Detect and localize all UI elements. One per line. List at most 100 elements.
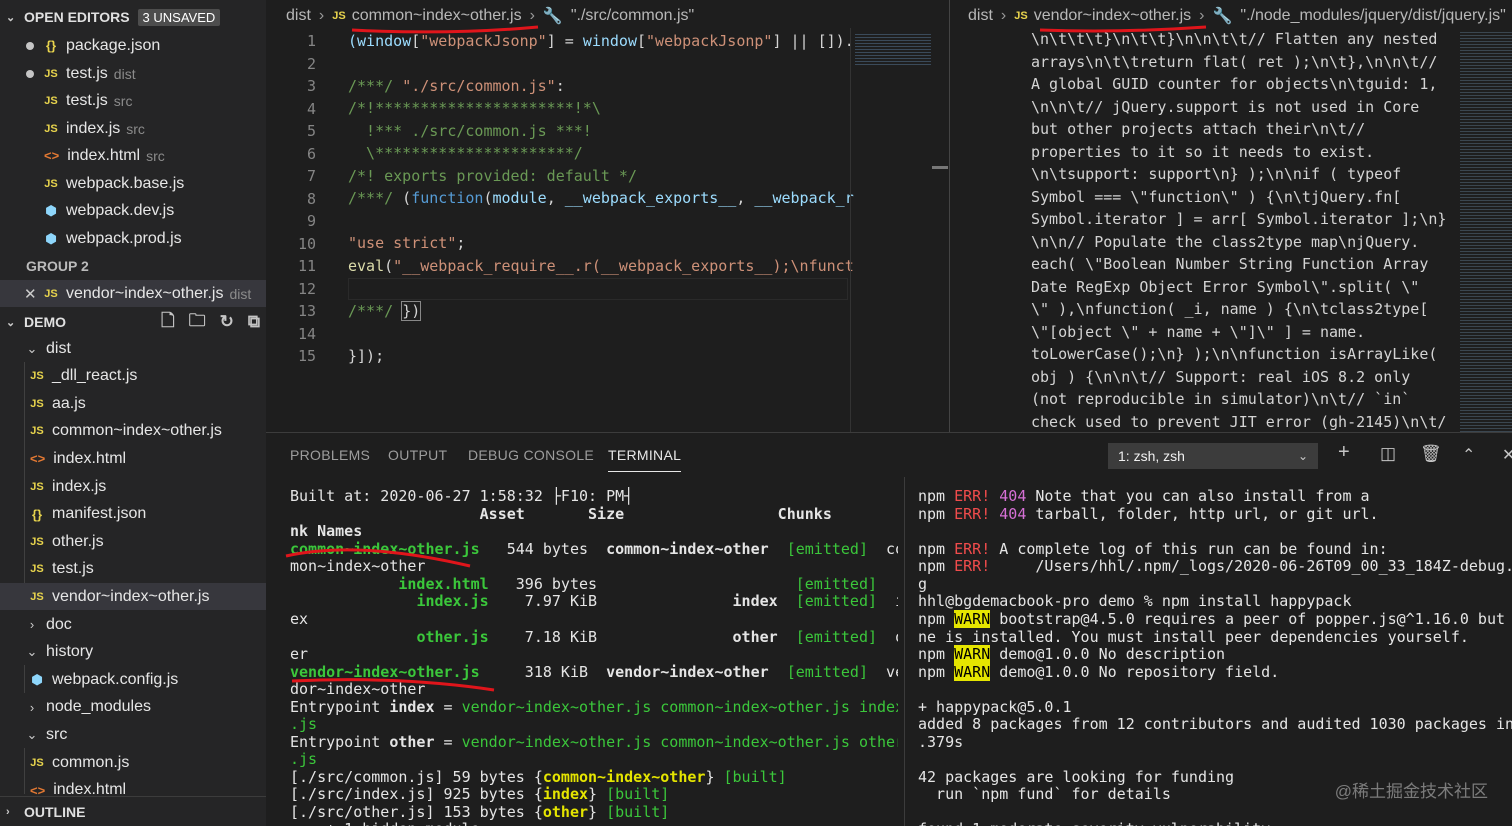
- open-editor-item[interactable]: {} package.json: [0, 32, 266, 59]
- chevron-right-icon: ›: [29, 617, 35, 632]
- new-folder-icon[interactable]: 🗀: [189, 308, 206, 337]
- open-editor-item[interactable]: <> index.html src: [0, 142, 266, 169]
- js-icon: JS: [44, 177, 58, 190]
- line-number: 13: [297, 302, 316, 320]
- chevron-right-icon: ›: [6, 805, 10, 818]
- file-item[interactable]: JS other.js: [0, 528, 266, 555]
- code-line: toLowerCase();\n} );\n\nfunction isArray…: [1031, 345, 1438, 363]
- tree-item-label: history: [46, 643, 94, 661]
- chevron-up-icon[interactable]: ⌃: [1462, 445, 1475, 465]
- line-number: 6: [306, 144, 316, 163]
- chevron-down-icon: ⌄: [26, 644, 38, 660]
- code-line: obj ) {\n\n\t// Support: real iOS 8.2 on…: [1031, 367, 1411, 386]
- code-line: arrays\n\t\treturn flat( ret );\n\t},\n\…: [1031, 52, 1438, 71]
- json-icon: {}: [45, 38, 57, 53]
- file-item[interactable]: {} manifest.json: [0, 501, 266, 528]
- chevron-right-icon: ›: [318, 7, 325, 24]
- js-icon: JS: [30, 370, 44, 383]
- trash-icon[interactable]: 🗑: [1420, 444, 1442, 464]
- open-editor-item[interactable]: JS webpack.base.js: [0, 170, 266, 197]
- split-terminal-icon[interactable]: ◫: [1380, 444, 1396, 464]
- folder-item[interactable]: ⌄ dist: [0, 335, 266, 362]
- file-item[interactable]: JS vendor~index~other.js: [0, 583, 266, 611]
- open-editors-header[interactable]: ⌄ OPEN EDITORS 3 UNSAVED: [0, 3, 266, 31]
- terminal-right[interactable]: npm ERR! 404 Note that you can also inst…: [918, 487, 1512, 826]
- webpack-icon: ⬢: [31, 671, 43, 687]
- json-icon: {}: [31, 506, 43, 522]
- chevron-right-icon: ›: [1000, 7, 1007, 24]
- outline-header[interactable]: › OUTLINE: [0, 796, 266, 826]
- open-editor-item[interactable]: ⬢ webpack.dev.js: [0, 197, 266, 224]
- file-item[interactable]: JS aa.js: [0, 390, 266, 417]
- open-editor-item-active[interactable]: ✕ JS vendor~index~other.js dist: [0, 280, 266, 307]
- tab-problems[interactable]: PROBLEMS: [290, 447, 370, 463]
- tree-item-label: vendor~index~other.js: [52, 587, 210, 605]
- folder-item[interactable]: › doc: [0, 611, 266, 638]
- file-item[interactable]: JS common.js: [0, 749, 266, 776]
- close-panel-icon[interactable]: ✕: [1502, 445, 1512, 465]
- breadcrumb-folder[interactable]: dist: [968, 7, 993, 25]
- line-number: 8: [306, 189, 316, 208]
- collapse-all-icon[interactable]: ⧉: [248, 312, 260, 332]
- code-line: "use strict";: [348, 234, 466, 252]
- code-line: eval("__webpack_require__.r(__webpack_ex…: [348, 257, 854, 275]
- breadcrumb-file[interactable]: common~index~other.js: [352, 7, 522, 25]
- open-editor-item[interactable]: ⬢ webpack.prod.js: [0, 225, 266, 252]
- file-item[interactable]: JS index.js: [0, 473, 266, 500]
- editor-group-1: [266, 0, 950, 432]
- file-item[interactable]: JS test.js: [0, 556, 266, 583]
- js-icon: JS: [30, 480, 44, 493]
- line-number: 7: [306, 167, 316, 185]
- line-number: 5: [306, 122, 316, 140]
- demo-header[interactable]: ⌄ DEMO 🗋 🗀 ↻ ⧉: [0, 308, 266, 336]
- webpack-icon: ⬢: [45, 230, 57, 246]
- folder-item[interactable]: › node_modules: [0, 694, 266, 721]
- js-icon: JS: [44, 67, 58, 80]
- file-item[interactable]: ⬢ webpack.config.js: [0, 666, 266, 693]
- code-line: /*!**********************!*\: [348, 99, 601, 117]
- tree-item-label: dist: [46, 339, 71, 357]
- tab-output[interactable]: OUTPUT: [388, 447, 447, 463]
- html-icon: <>: [44, 148, 60, 163]
- minimap[interactable]: [855, 32, 931, 66]
- code-area[interactable]: \n\t\t\t}\n\t\t}\n\n\t\t// Flatten any n…: [1031, 28, 1457, 432]
- open-editor-item[interactable]: JS index.js src: [0, 115, 266, 142]
- code-line: Date RegExp Object Error Symbol\".split(…: [1031, 277, 1420, 296]
- tab-terminal[interactable]: TERMINAL: [608, 447, 682, 472]
- breadcrumb-folder[interactable]: dist: [286, 7, 311, 25]
- breadcrumb: dist › JS common~index~other.js › 🔧 "./s…: [286, 0, 846, 32]
- minimap[interactable]: [1460, 30, 1512, 432]
- code-line: (not reproducible in simulator)\n\t// `i…: [1031, 390, 1411, 408]
- code-line: Symbol === \"function\" ) {\n\tjQuery.fn…: [1031, 187, 1402, 206]
- terminal-select[interactable]: 1: zsh, zsh ⌄: [1108, 443, 1318, 469]
- code-line: (window["webpackJsonp"] = window["webpac…: [348, 32, 854, 50]
- code-area[interactable]: (window["webpackJsonp"] = window["webpac…: [0, 0, 854, 365]
- js-icon: JS: [332, 10, 346, 22]
- open-editor-item[interactable]: JS test.js src: [0, 87, 266, 114]
- terminal-left[interactable]: Built at: 2020-06-27 1:58:32 ├F10: PM┤ A…: [290, 487, 898, 826]
- file-item[interactable]: <> index.html: [0, 445, 266, 472]
- wrench-icon: 🔧: [542, 8, 563, 25]
- tree-item-label: test.js: [52, 560, 94, 578]
- breadcrumb-file[interactable]: vendor~index~other.js: [1034, 7, 1191, 25]
- code-line: check used to prevent JIT error (gh-2145…: [1031, 412, 1447, 431]
- group2-header: GROUP 2: [26, 257, 89, 274]
- file-item[interactable]: JS _dll_react.js: [0, 363, 266, 390]
- code-line: \" ),\nfunction( _i, name ) {\n\tclass2t…: [1031, 300, 1429, 318]
- editor-split-divider[interactable]: [949, 0, 950, 432]
- breadcrumb-symbol[interactable]: "./src/common.js": [571, 7, 694, 25]
- terminal-split-divider[interactable]: [904, 477, 905, 826]
- close-icon[interactable]: ✕: [24, 285, 37, 303]
- current-line-highlight: [348, 278, 848, 300]
- file-item[interactable]: JS common~index~other.js: [0, 418, 266, 445]
- code-line: \**********************/: [348, 144, 583, 162]
- breadcrumb-symbol[interactable]: "./node_modules/jquery/dist/jquery.js": [1240, 7, 1505, 25]
- scrollbar-thumb[interactable]: [932, 166, 948, 169]
- tab-debug-console[interactable]: DEBUG CONSOLE: [468, 447, 594, 463]
- folder-item[interactable]: ⌄ history: [0, 639, 266, 666]
- folder-item[interactable]: ⌄ src: [0, 721, 266, 748]
- new-file-icon[interactable]: 🗋: [161, 308, 175, 337]
- refresh-icon[interactable]: ↻: [220, 312, 234, 332]
- add-terminal-icon[interactable]: +: [1338, 441, 1350, 464]
- open-editor-item[interactable]: JS test.js dist: [0, 60, 266, 87]
